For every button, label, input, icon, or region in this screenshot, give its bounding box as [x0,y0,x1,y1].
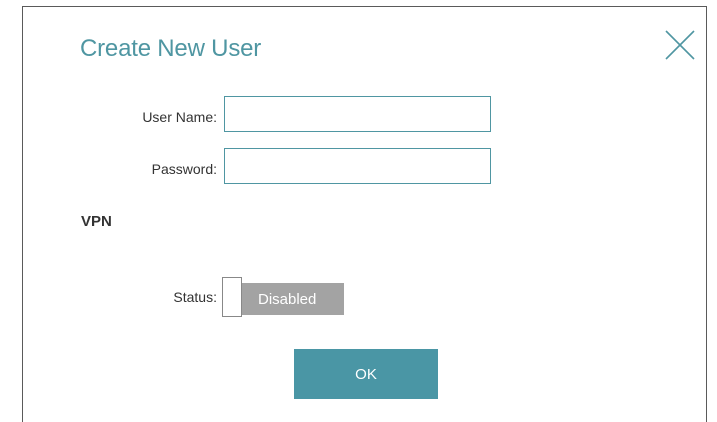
close-icon [665,30,695,60]
close-button[interactable] [663,28,697,62]
vpn-heading: VPN [81,213,112,230]
page: Create New User User Name: Password: VPN… [0,0,717,422]
username-field[interactable] [224,96,491,132]
password-field[interactable] [224,148,491,184]
create-user-dialog: Create New User User Name: Password: VPN… [22,6,707,422]
ok-button[interactable]: OK [294,349,438,399]
vpn-status-label: Status: [173,289,217,305]
toggle-knob[interactable] [222,277,242,317]
toggle-state-text: Disabled [258,291,317,308]
vpn-status-toggle[interactable]: Disabled [222,277,344,319]
dialog-title: Create New User [80,35,262,62]
username-label: User Name: [142,109,217,125]
password-label: Password: [151,161,217,177]
